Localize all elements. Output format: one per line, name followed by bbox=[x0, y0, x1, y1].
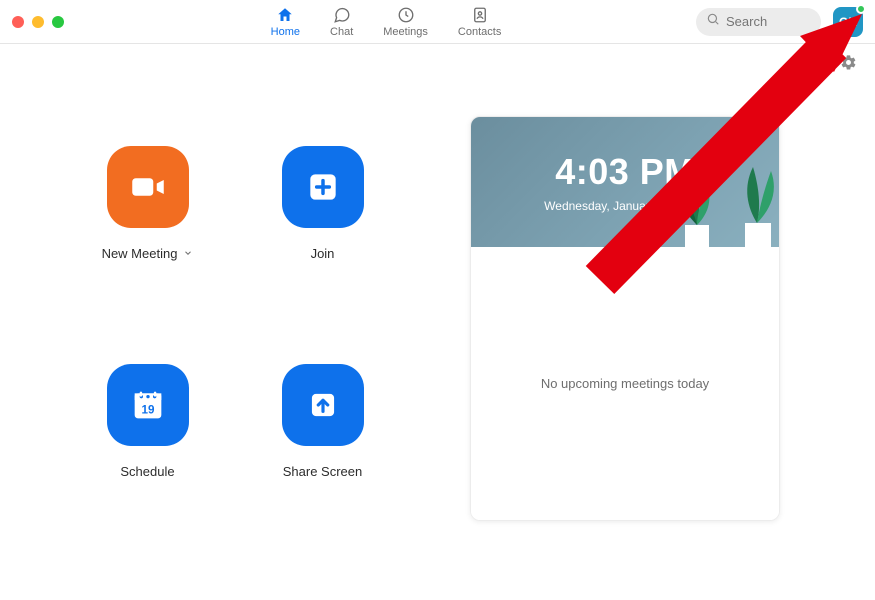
profile-avatar[interactable]: OK bbox=[833, 7, 863, 37]
video-icon bbox=[107, 146, 189, 228]
share-screen-button[interactable]: Share Screen bbox=[235, 364, 410, 522]
plant-decoration bbox=[729, 155, 780, 247]
search-input[interactable] bbox=[726, 14, 811, 29]
share-icon bbox=[282, 364, 364, 446]
tab-contacts[interactable]: Contacts bbox=[458, 6, 501, 38]
svg-text:19: 19 bbox=[141, 403, 154, 416]
new-meeting-label-row: New Meeting bbox=[102, 246, 194, 261]
tab-meetings[interactable]: Meetings bbox=[383, 6, 428, 38]
action-label: New Meeting bbox=[102, 246, 178, 261]
gear-icon bbox=[840, 54, 857, 71]
action-label: Share Screen bbox=[283, 464, 363, 479]
tab-label: Contacts bbox=[458, 26, 501, 38]
main-area: New Meeting Join bbox=[0, 76, 875, 521]
settings-button[interactable] bbox=[840, 54, 857, 76]
plant-decoration bbox=[667, 167, 727, 247]
info-panel: 4:03 PM Wednesday, January 27, 2021 No u… bbox=[470, 116, 780, 521]
new-meeting-button[interactable]: New Meeting bbox=[60, 146, 235, 304]
action-label: Schedule bbox=[120, 464, 174, 479]
tab-label: Meetings bbox=[383, 26, 428, 38]
chevron-down-icon[interactable] bbox=[183, 246, 193, 261]
plus-icon bbox=[282, 146, 364, 228]
upcoming-meetings: No upcoming meetings today bbox=[471, 247, 779, 520]
contacts-icon bbox=[471, 6, 489, 24]
tab-label: Home bbox=[271, 26, 300, 38]
close-window-button[interactable] bbox=[12, 16, 24, 28]
search-box[interactable] bbox=[696, 8, 821, 36]
tab-chat[interactable]: Chat bbox=[330, 6, 353, 38]
search-icon bbox=[706, 12, 720, 31]
tab-home[interactable]: Home bbox=[271, 6, 300, 38]
action-label: Join bbox=[311, 246, 335, 261]
actions-panel: New Meeting Join bbox=[0, 116, 470, 521]
schedule-button[interactable]: 19 Schedule bbox=[60, 364, 235, 522]
avatar-initials: OK bbox=[839, 15, 857, 29]
home-icon bbox=[276, 6, 294, 24]
join-button[interactable]: Join bbox=[235, 146, 410, 304]
presence-dot bbox=[856, 4, 866, 14]
info-header: 4:03 PM Wednesday, January 27, 2021 bbox=[471, 117, 779, 247]
title-bar: Home Chat Meetings Contacts bbox=[0, 0, 875, 44]
upcoming-empty-message: No upcoming meetings today bbox=[541, 376, 709, 391]
minimize-window-button[interactable] bbox=[32, 16, 44, 28]
fullscreen-window-button[interactable] bbox=[52, 16, 64, 28]
tab-label: Chat bbox=[330, 26, 353, 38]
toolbar-right: OK bbox=[696, 7, 863, 37]
clock-icon bbox=[397, 6, 415, 24]
main-nav-tabs: Home Chat Meetings Contacts bbox=[271, 6, 502, 38]
calendar-icon: 19 bbox=[107, 364, 189, 446]
settings-row bbox=[0, 44, 875, 76]
window-controls bbox=[12, 16, 64, 28]
chat-icon bbox=[333, 6, 351, 24]
